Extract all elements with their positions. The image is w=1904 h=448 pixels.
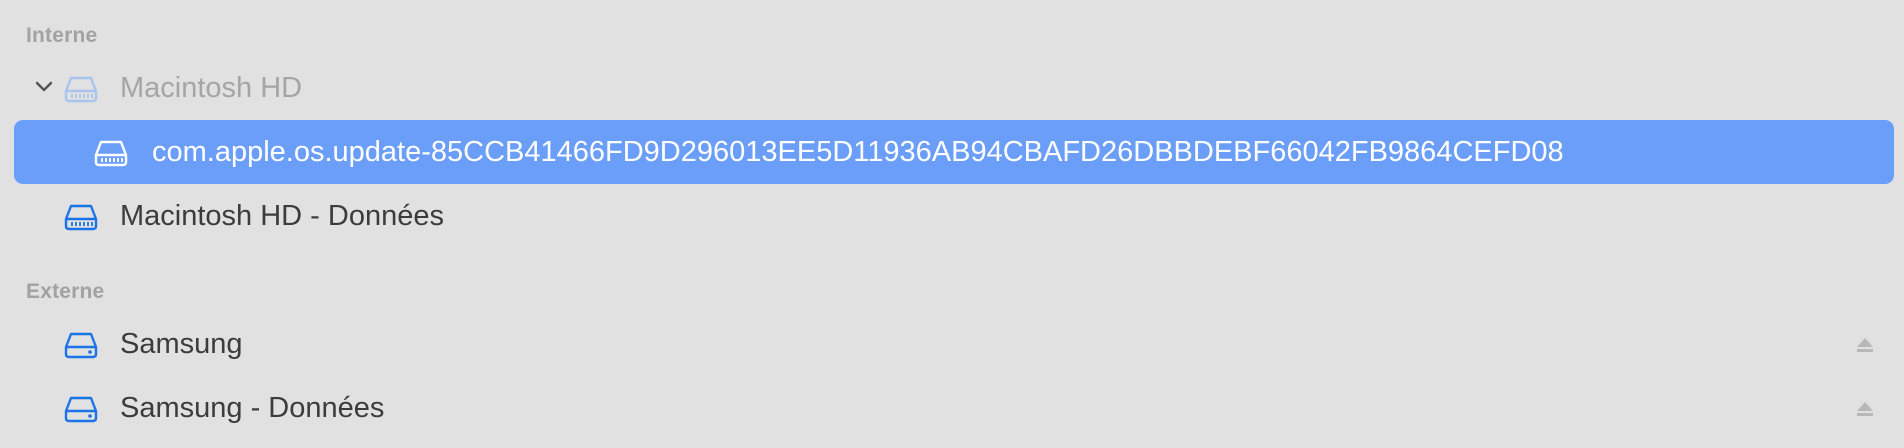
chevron-down-icon[interactable] — [32, 74, 56, 98]
section-header-external: Externe — [26, 280, 105, 303]
sidebar-item-label: Macintosh HD — [120, 72, 303, 104]
internal-drive-icon — [64, 76, 98, 103]
sidebar-item-label: Samsung - Données — [120, 392, 385, 424]
external-drive-icon — [64, 396, 98, 423]
section-header-internal: Interne — [26, 24, 98, 47]
sidebar-item-os-update-snapshot[interactable]: com.apple.os.update-85CCB41466FD9D296013… — [14, 120, 1894, 184]
external-drive-icon — [64, 332, 98, 359]
internal-drive-icon — [94, 140, 128, 167]
sidebar-item-samsung[interactable]: Samsung — [14, 312, 1894, 376]
eject-icon[interactable] — [1854, 398, 1876, 420]
sidebar-item-macintosh-hd-data[interactable]: Macintosh HD - Données — [14, 184, 1894, 248]
sidebar-item-label: com.apple.os.update-85CCB41466FD9D296013… — [152, 136, 1564, 168]
disk-sidebar: Interne Macintosh HD com.apple.os.update… — [0, 0, 1904, 448]
eject-icon[interactable] — [1854, 334, 1876, 356]
internal-drive-icon — [64, 204, 98, 231]
sidebar-item-macintosh-hd[interactable]: Macintosh HD — [14, 56, 1894, 120]
sidebar-item-samsung-data[interactable]: Samsung - Données — [14, 376, 1894, 440]
sidebar-item-label: Samsung — [120, 328, 243, 360]
sidebar-item-label: Macintosh HD - Données — [120, 200, 444, 232]
